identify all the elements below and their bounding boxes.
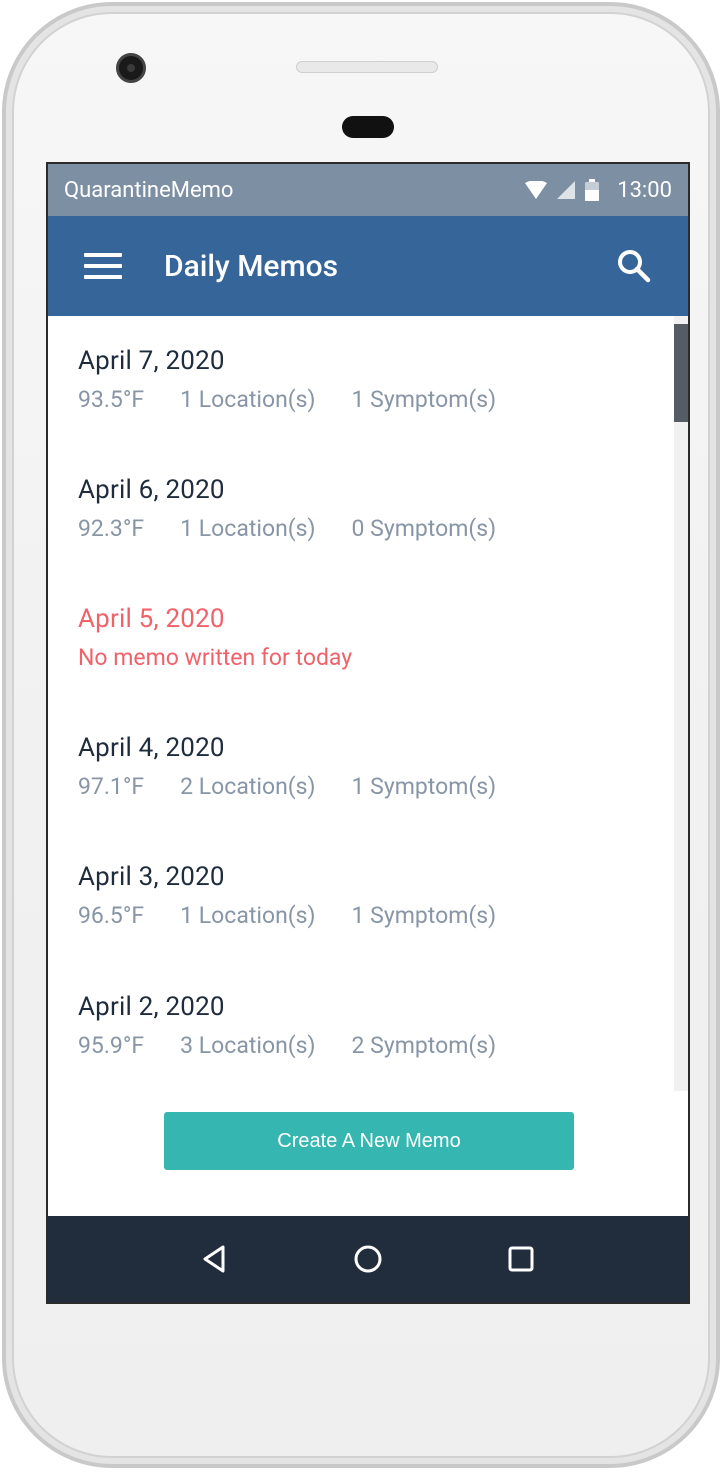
memo-temperature: 97.1°F <box>78 773 145 800</box>
proximity-sensor <box>342 116 394 138</box>
memo-locations: 1 Location(s) <box>180 515 316 542</box>
search-icon[interactable] <box>616 248 652 284</box>
scrollbar-track[interactable] <box>674 316 688 1091</box>
memo-locations: 1 Location(s) <box>180 386 316 413</box>
front-camera <box>116 53 146 83</box>
memo-details: 93.5°F 1 Location(s) 1 Symptom(s) <box>78 386 638 413</box>
memo-locations: 1 Location(s) <box>180 902 316 929</box>
home-icon[interactable] <box>348 1239 388 1279</box>
memo-details: 95.9°F 3 Location(s) 2 Symptom(s) <box>78 1032 638 1059</box>
device-screen: QuarantineMemo 13:00 Daily Memos April 7… <box>46 162 690 1304</box>
missing-memo-note: No memo written for today <box>78 644 353 671</box>
recents-icon[interactable] <box>501 1239 541 1279</box>
memo-temperature: 96.5°F <box>78 902 145 929</box>
page-title: Daily Memos <box>164 248 339 284</box>
memo-date: April 5, 2020 <box>78 604 225 634</box>
memo-symptoms: 1 Symptom(s) <box>351 386 497 413</box>
battery-icon <box>585 179 600 201</box>
memo-temperature: 95.9°F <box>78 1032 145 1059</box>
memo-date: April 7, 2020 <box>78 346 225 376</box>
memo-item[interactable]: April 3, 2020 96.5°F 1 Location(s) 1 Sym… <box>78 862 638 929</box>
wifi-icon <box>525 181 548 199</box>
memo-symptoms: 2 Symptom(s) <box>351 1032 497 1059</box>
status-time: 13:00 <box>617 177 672 203</box>
memo-temperature: 93.5°F <box>78 386 145 413</box>
memo-symptoms: 1 Symptom(s) <box>351 773 497 800</box>
memo-symptoms: 1 Symptom(s) <box>351 902 497 929</box>
create-memo-button[interactable]: Create A New Memo <box>164 1112 574 1170</box>
signal-icon <box>557 181 576 199</box>
memo-details: 92.3°F 1 Location(s) 0 Symptom(s) <box>78 515 638 542</box>
app-bar: Daily Memos <box>48 216 688 316</box>
memo-item[interactable]: April 7, 2020 93.5°F 1 Location(s) 1 Sym… <box>78 346 638 413</box>
memo-details: 96.5°F 1 Location(s) 1 Symptom(s) <box>78 902 638 929</box>
phone-frame: QuarantineMemo 13:00 Daily Memos April 7… <box>2 2 720 1468</box>
memo-date: April 3, 2020 <box>78 862 225 892</box>
status-app-name: QuarantineMemo <box>64 177 234 203</box>
earpiece-speaker <box>296 61 438 73</box>
android-nav-bar <box>48 1216 688 1302</box>
memo-item-missing[interactable]: April 5, 2020 No memo written for today <box>78 604 638 671</box>
memo-date: April 2, 2020 <box>78 992 225 1022</box>
memo-locations: 3 Location(s) <box>180 1032 316 1059</box>
memo-item[interactable]: April 2, 2020 95.9°F 3 Location(s) 2 Sym… <box>78 992 638 1059</box>
memo-date: April 6, 2020 <box>78 475 225 505</box>
hamburger-menu-icon[interactable] <box>84 253 122 279</box>
memo-temperature: 92.3°F <box>78 515 145 542</box>
status-icons: 13:00 <box>525 178 672 203</box>
scrollbar-thumb[interactable] <box>674 324 688 422</box>
status-bar: QuarantineMemo 13:00 <box>48 164 688 216</box>
memo-locations: 2 Location(s) <box>180 773 316 800</box>
memo-date: April 4, 2020 <box>78 733 225 763</box>
memo-item[interactable]: April 6, 2020 92.3°F 1 Location(s) 0 Sym… <box>78 475 638 542</box>
memo-symptoms: 0 Symptom(s) <box>351 515 497 542</box>
back-icon[interactable] <box>195 1239 235 1279</box>
memo-details: 97.1°F 2 Location(s) 1 Symptom(s) <box>78 773 638 800</box>
memo-item[interactable]: April 4, 2020 97.1°F 2 Location(s) 1 Sym… <box>78 733 638 800</box>
